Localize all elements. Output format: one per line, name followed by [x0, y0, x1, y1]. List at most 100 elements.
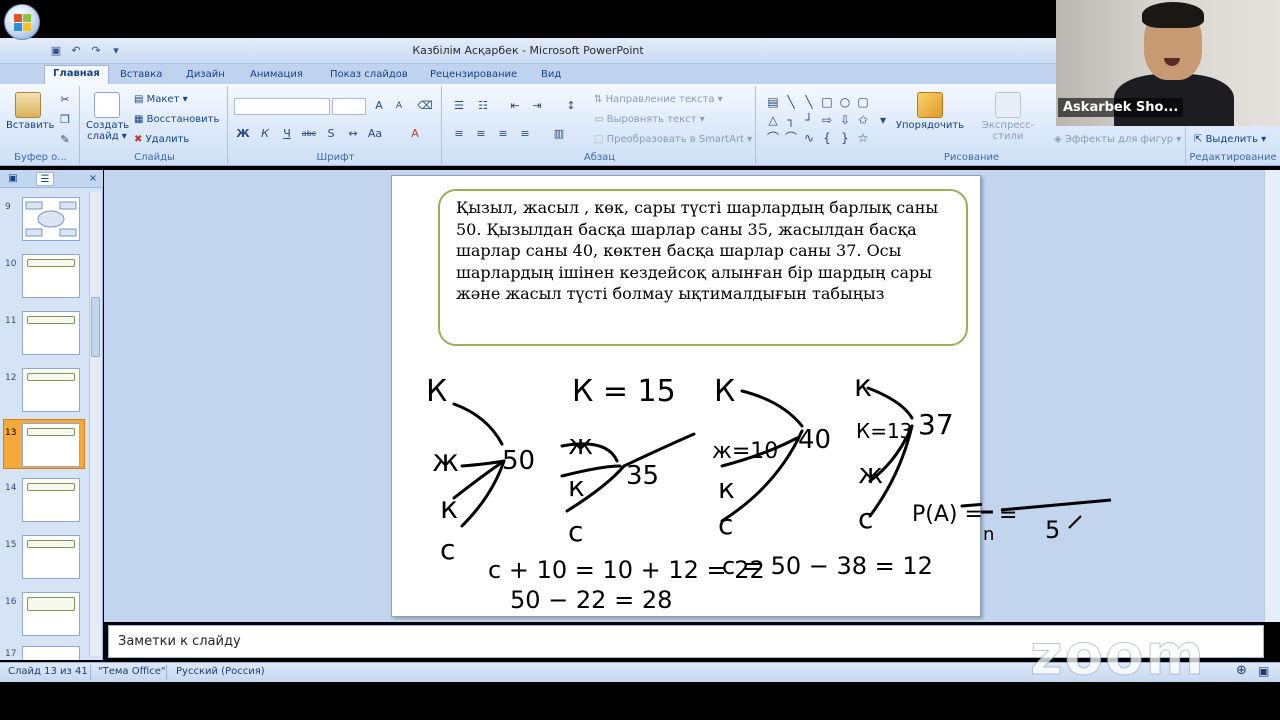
char-spacing-icon[interactable]: ↔ — [344, 126, 362, 142]
elbow-connector2-icon[interactable]: ┘ — [802, 114, 816, 126]
line-spacing-icon[interactable]: ↕ — [562, 98, 580, 114]
align-right-icon[interactable]: ≡ — [494, 126, 512, 142]
new-slide-button[interactable]: Создать слайд ▾ — [86, 92, 129, 142]
slide-thumbnail-current[interactable] — [22, 423, 80, 467]
slide-thumbnail[interactable] — [22, 478, 80, 522]
justify-icon[interactable]: ≡ — [516, 126, 534, 142]
cut-icon[interactable]: ✂ — [56, 92, 74, 108]
slides-tab-icon[interactable]: ▣ — [4, 172, 22, 186]
star5-shape-icon[interactable]: ☆ — [856, 132, 870, 144]
rectangle-shape-icon[interactable]: □ — [820, 96, 834, 108]
brace-left-shape-icon[interactable]: { — [820, 132, 834, 144]
video-participant-tile[interactable]: Askarbek Sho... — [1056, 0, 1280, 126]
close-pane-icon[interactable]: × — [84, 172, 102, 186]
rounded-rect-shape-icon[interactable]: ▢ — [856, 96, 870, 108]
columns-icon[interactable]: ▥ — [550, 126, 568, 142]
brace-right-shape-icon[interactable]: } — [838, 132, 852, 144]
bold-icon[interactable]: Ж — [234, 126, 252, 142]
arrow-right-shape-icon[interactable]: ⇨ — [820, 114, 834, 126]
group-clipboard: Вставить ✂ ❐ ✎ Буфер о... — [2, 86, 80, 164]
slide-thumbnail[interactable] — [22, 197, 80, 241]
shrink-font-icon[interactable]: A — [390, 98, 408, 114]
outline-tab-icon[interactable]: ☰ — [36, 172, 54, 186]
layout-icon: ▤ — [134, 94, 147, 105]
star-shape-icon[interactable]: ✩ — [856, 114, 870, 126]
freeform-shape-icon[interactable]: ∿ — [802, 132, 816, 144]
slide-thumbnail[interactable] — [22, 646, 80, 660]
arc-shape-icon[interactable]: ⌒ — [784, 132, 798, 144]
clear-format-icon[interactable]: ⌫ — [416, 98, 434, 114]
paste-button[interactable]: Вставить — [6, 92, 54, 131]
delete-slide-button[interactable]: ✖ Удалить — [134, 134, 189, 145]
align-text-button[interactable]: ▭ Выровнять текст ▾ — [594, 114, 705, 125]
numbering-icon[interactable]: ☷ — [474, 98, 492, 114]
underline-icon[interactable]: Ч — [278, 126, 296, 142]
pane-tabs: ▣ ☰ × — [0, 170, 103, 188]
slide-thumbnail[interactable] — [22, 311, 80, 355]
arrange-button[interactable]: Упорядочить — [894, 92, 966, 131]
slide-thumbnail[interactable] — [22, 254, 80, 298]
participant-name: Askarbek Sho... — [1058, 98, 1184, 117]
thumb-number: 14 — [5, 483, 17, 493]
font-family-combo[interactable] — [234, 98, 330, 115]
arrow-down-shape-icon[interactable]: ⇩ — [838, 114, 852, 126]
copy-icon[interactable]: ❐ — [56, 112, 74, 128]
textbox-shape-icon[interactable]: ▤ — [766, 96, 780, 108]
align-center-icon[interactable]: ≡ — [472, 126, 490, 142]
layout-button[interactable]: ▤ Макет ▾ — [134, 94, 188, 105]
format-painter-icon[interactable]: ✎ — [56, 132, 74, 148]
oval-shape-icon[interactable]: ○ — [838, 96, 852, 108]
shadow-icon[interactable]: S — [322, 126, 340, 142]
shapes-more-icon[interactable]: ▾ — [876, 114, 890, 126]
tab-view[interactable]: Вид — [533, 67, 569, 82]
vertical-scrollbar[interactable] — [1264, 170, 1280, 622]
increase-indent-icon[interactable]: ⇥ — [528, 98, 546, 114]
pen-cursor-icon — [1068, 515, 1082, 529]
window-title: Казбілім Асқарбек - Microsoft PowerPoint — [412, 44, 644, 57]
slides-pane-scrollbar[interactable] — [89, 192, 101, 656]
tab-insert[interactable]: Вставка — [112, 67, 170, 82]
change-case-icon[interactable]: Aa — [366, 126, 384, 142]
text-direction-button[interactable]: ⇅ Направление текста ▾ — [594, 94, 723, 105]
line2-shape-icon[interactable]: ╲ — [802, 96, 816, 108]
slide-thumbnail[interactable] — [22, 368, 80, 412]
group-slides: Создать слайд ▾ ▤ Макет ▾ ▦ Восстановить… — [82, 86, 228, 164]
status-theme[interactable]: "Тема Office" — [98, 666, 166, 677]
slides-pane: ▣ ☰ × 9 10 11 12 13 14 15 16 17 — [0, 170, 103, 660]
select-button[interactable]: ⇱ Выделить ▾ — [1194, 134, 1266, 145]
bullets-icon[interactable]: ☰ — [450, 98, 468, 114]
smartart-button[interactable]: ⬚ Преобразовать в SmartArt ▾ — [594, 134, 752, 145]
scroll-thumb[interactable] — [91, 297, 100, 357]
tab-slideshow[interactable]: Показ слайдов — [322, 67, 416, 82]
status-language[interactable]: Русский (Россия) — [176, 666, 265, 677]
fit-window-icon[interactable]: ▣ — [1258, 664, 1269, 678]
slide-canvas[interactable]: Қызыл, жасыл , көк, сары түсті шарлардың… — [391, 175, 982, 617]
tab-home[interactable]: Главная — [44, 65, 109, 85]
ink-overflow-layer: n = 5 — [981, 498, 1112, 545]
elbow-connector-icon[interactable]: ┐ — [784, 114, 798, 126]
strikethrough-icon[interactable]: abc — [300, 126, 318, 142]
tab-review[interactable]: Рецензирование — [422, 67, 525, 82]
shape-effects-button[interactable]: ◈ Эффекты для фигур ▾ — [1054, 134, 1181, 145]
zoom-in-icon[interactable]: ⊕ — [1236, 663, 1247, 678]
slide-thumbnail[interactable] — [22, 592, 80, 636]
ink-label: 50 — [502, 446, 535, 476]
line-shape-icon[interactable]: ╲ — [784, 96, 798, 108]
tab-animation[interactable]: Анимация — [242, 67, 311, 82]
tab-design[interactable]: Дизайн — [178, 67, 233, 82]
font-size-combo[interactable] — [332, 98, 366, 115]
slide-thumbnail[interactable] — [22, 535, 80, 579]
shape-effects-icon: ◈ — [1054, 134, 1065, 145]
curve-shape-icon[interactable]: ⌒ — [766, 132, 780, 144]
triangle-shape-icon[interactable]: △ — [766, 114, 780, 126]
reset-button[interactable]: ▦ Восстановить — [134, 114, 219, 125]
quick-styles-button[interactable]: Экспресс-стили — [968, 92, 1048, 142]
font-color-icon[interactable]: A — [406, 126, 424, 142]
grow-font-icon[interactable]: A — [370, 98, 388, 114]
align-left-icon[interactable]: ≡ — [450, 126, 468, 142]
office-button[interactable] — [4, 4, 40, 40]
italic-icon[interactable]: К — [256, 126, 274, 142]
notes-placeholder: Заметки к слайду — [118, 634, 241, 649]
ink-label: к — [440, 491, 458, 526]
decrease-indent-icon[interactable]: ⇤ — [506, 98, 524, 114]
